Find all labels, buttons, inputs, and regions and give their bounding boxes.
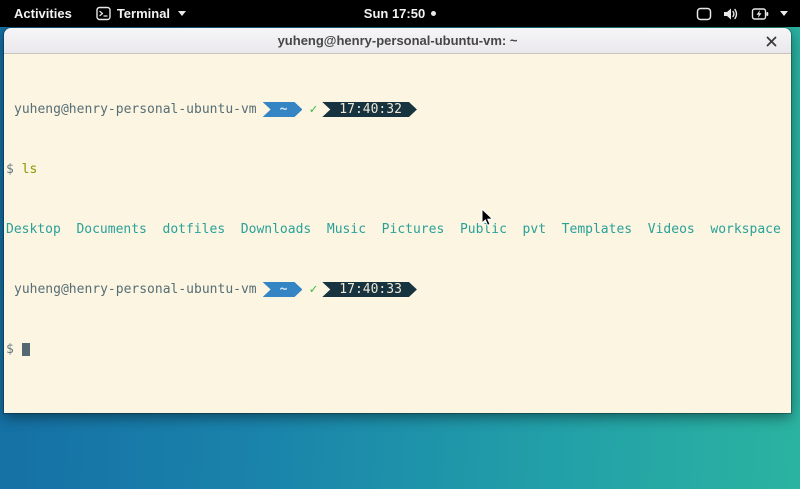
prompt-path-segment: ~ — [263, 102, 303, 117]
check-icon: ✓ — [309, 282, 317, 297]
activities-button[interactable]: Activities — [0, 0, 86, 27]
chevron-down-icon — [178, 11, 186, 16]
battery-charging-icon — [751, 7, 769, 21]
dir-entry: Templates — [562, 222, 632, 237]
activities-label: Activities — [14, 6, 72, 21]
dir-entry: Downloads — [241, 222, 311, 237]
dir-entry: Pictures — [382, 222, 445, 237]
dir-entry: dotfiles — [163, 222, 226, 237]
window-title: yuheng@henry-personal-ubuntu-vm: ~ — [278, 33, 518, 48]
check-icon: ✓ — [309, 102, 317, 117]
prompt-line: yuheng@henry-personal-ubuntu-vm ~ ✓ 17:4… — [6, 102, 789, 117]
terminal-cursor — [22, 343, 30, 356]
prompt-symbol: $ — [6, 342, 14, 357]
prompt-time-segment: 17:40:32 — [322, 102, 417, 117]
dir-entry: Documents — [76, 222, 146, 237]
desktop-background: yuheng@henry-personal-ubuntu-vm: ~ yuhen… — [0, 27, 800, 489]
top-bar: Activities Terminal Sun 17:50 — [0, 0, 800, 27]
dir-entry: Music — [327, 222, 366, 237]
app-menu-label: Terminal — [117, 6, 170, 21]
prompt-symbol: $ — [6, 162, 14, 177]
prompt-path-segment: ~ — [263, 282, 303, 297]
notification-dot-icon — [431, 11, 436, 16]
listing-line: Desktop Documents dotfiles Downloads Music Pi… — [6, 222, 789, 237]
command-line: $ ls — [6, 162, 789, 177]
screen-icon — [696, 7, 712, 21]
clock-label: Sun 17:50 — [364, 6, 425, 21]
clock-button[interactable]: Sun 17:50 — [364, 6, 436, 21]
app-menu-terminal[interactable]: Terminal — [86, 0, 196, 27]
terminal-window: yuheng@henry-personal-ubuntu-vm: ~ yuhen… — [4, 28, 791, 413]
dir-entry: pvt — [523, 222, 546, 237]
close-icon — [766, 36, 777, 47]
command-text: ls — [22, 162, 38, 177]
prompt-time-segment: 17:40:33 — [322, 282, 417, 297]
window-titlebar[interactable]: yuheng@henry-personal-ubuntu-vm: ~ — [4, 28, 791, 54]
prompt-user-host: yuheng@henry-personal-ubuntu-vm — [14, 102, 257, 117]
dir-entry: Videos — [648, 222, 695, 237]
chevron-down-icon — [780, 11, 788, 16]
dir-entry: Public — [460, 222, 507, 237]
close-button[interactable] — [761, 31, 781, 51]
input-line: $ — [6, 342, 789, 357]
terminal-icon — [96, 6, 111, 21]
prompt-user-host: yuheng@henry-personal-ubuntu-vm — [14, 282, 257, 297]
system-status-menu[interactable] — [696, 0, 800, 27]
volume-icon — [723, 7, 740, 21]
prompt-line: yuheng@henry-personal-ubuntu-vm ~ ✓ 17:4… — [6, 282, 789, 297]
dir-entry: workspace — [710, 222, 780, 237]
dir-entry: Desktop — [6, 222, 61, 237]
terminal-screen[interactable]: yuheng@henry-personal-ubuntu-vm ~ ✓ 17:4… — [4, 54, 791, 413]
